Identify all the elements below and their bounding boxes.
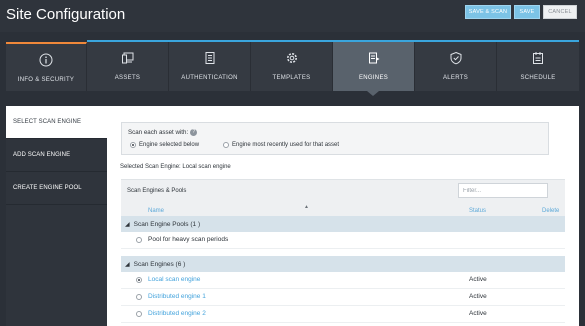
radio-selected-below[interactable] (130, 142, 136, 148)
active-tab-pointer (367, 91, 379, 96)
save-and-scan-button[interactable]: SAVE & SCAN (465, 5, 511, 19)
config-tab-strip: INFO & SECURITY ASSETS AUTHENTICATION TE… (6, 40, 579, 91)
tab-label: INFO & SECURITY (17, 77, 75, 83)
content-panel: SELECT SCAN ENGINE ADD SCAN ENGINE CREAT… (6, 106, 579, 326)
table-header: Scan Engines & Pools Name ▲ Status Delet… (121, 179, 565, 216)
tab-engines[interactable]: ENGINES (333, 42, 415, 91)
column-header-status[interactable]: Status (469, 208, 486, 214)
engine-icon (333, 51, 414, 67)
tab-templates[interactable]: TEMPLATES (251, 42, 333, 91)
tab-strip-accent-line (87, 40, 579, 42)
table-row[interactable]: Pool for heavy scan periods (121, 232, 565, 249)
page-title: Site Configuration (6, 6, 126, 23)
engines-sidenav: SELECT SCAN ENGINE ADD SCAN ENGINE CREAT… (6, 106, 107, 326)
table-row[interactable]: Distributed engine 2 Active (121, 306, 565, 323)
sidebar-item-add-scan-engine[interactable]: ADD SCAN ENGINE (6, 139, 107, 172)
row-status: Active (469, 293, 487, 300)
help-icon[interactable]: ? (190, 129, 198, 136)
group-label: Scan Engines (6 ) (133, 260, 186, 268)
option-label: Engine selected below (139, 142, 200, 148)
option-engine-selected-below[interactable]: Engine selected below (130, 142, 199, 148)
tab-alerts[interactable]: ALERTS (415, 42, 497, 91)
tab-authentication[interactable]: AUTHENTICATION (169, 42, 251, 91)
tab-schedule[interactable]: SCHEDULE (497, 42, 579, 91)
tab-label: ENGINES (358, 75, 389, 81)
tab-label: ASSETS (114, 75, 141, 81)
row-name-link[interactable]: Distributed engine 1 (148, 293, 206, 300)
collapse-triangle-icon[interactable]: ◢ (125, 221, 130, 228)
engine-selection-main: Scan each asset with:? Engine selected b… (107, 106, 579, 326)
cancel-button[interactable]: CANCEL (543, 5, 577, 19)
group-row-scan-engines[interactable]: ◢ Scan Engines (6 ) (121, 256, 565, 272)
info-icon (6, 53, 86, 69)
authentication-icon (169, 51, 250, 67)
row-radio[interactable] (136, 311, 142, 317)
tab-label: SCHEDULE (520, 75, 556, 81)
shield-check-icon (415, 51, 496, 67)
option-engine-most-recent[interactable]: Engine most recently used for that asset (223, 142, 339, 148)
selected-engine-label: Selected Scan Engine: (120, 164, 181, 170)
scan-each-asset-box: Scan each asset with:? Engine selected b… (121, 122, 549, 155)
row-status: Active (469, 310, 487, 317)
row-name-link[interactable]: Distributed engine 2 (148, 310, 206, 317)
tab-label: AUTHENTICATION (181, 75, 238, 81)
column-header-name[interactable]: Name (148, 208, 164, 214)
calendar-icon (497, 51, 579, 67)
scan-engines-table: Scan Engines & Pools Name ▲ Status Delet… (121, 179, 565, 326)
scan-each-asset-label: Scan each asset with: (128, 129, 189, 137)
row-name: Pool for heavy scan periods (148, 236, 229, 243)
radio-most-recent[interactable] (223, 142, 229, 148)
collapse-triangle-icon[interactable]: ◢ (125, 261, 130, 268)
option-label: Engine most recently used for that asset (232, 142, 340, 148)
row-radio[interactable] (136, 237, 142, 243)
gear-icon (251, 51, 332, 67)
table-title: Scan Engines & Pools (127, 188, 187, 194)
tab-info-security[interactable]: INFO & SECURITY (6, 42, 87, 91)
scan-each-asset-question: Scan each asset with:? (128, 129, 198, 137)
sort-asc-icon[interactable]: ▲ (304, 204, 309, 210)
row-name-link[interactable]: Local scan engine (148, 276, 200, 283)
table-row[interactable]: Local scan engine Active (121, 272, 565, 289)
table-row[interactable]: Distributed engine 1 Active (121, 289, 565, 306)
sidebar-item-select-scan-engine[interactable]: SELECT SCAN ENGINE (6, 106, 107, 139)
filter-input[interactable] (458, 183, 548, 198)
tab-label: ALERTS (442, 75, 469, 81)
sidebar-item-create-engine-pool[interactable]: CREATE ENGINE POOL (6, 172, 107, 205)
tab-label: TEMPLATES (272, 75, 311, 81)
right-edge-gutter (579, 106, 585, 326)
save-button[interactable]: SAVE (514, 5, 540, 19)
row-radio[interactable] (136, 294, 142, 300)
group-label: Scan Engine Pools (1 ) (133, 220, 201, 228)
app-header: Site Configuration SAVE & SCAN SAVE CANC… (0, 0, 585, 32)
row-radio[interactable] (136, 277, 142, 283)
selected-engine-value: Local scan engine (182, 164, 231, 170)
group-row-engine-pools[interactable]: ◢ Scan Engine Pools (1 ) (121, 216, 565, 232)
row-status: Active (469, 276, 487, 283)
assets-icon (87, 51, 168, 67)
column-header-delete[interactable]: Delete (542, 208, 559, 214)
selected-scan-engine: Selected Scan Engine: Local scan engine (120, 164, 231, 170)
tab-assets[interactable]: ASSETS (87, 42, 169, 91)
